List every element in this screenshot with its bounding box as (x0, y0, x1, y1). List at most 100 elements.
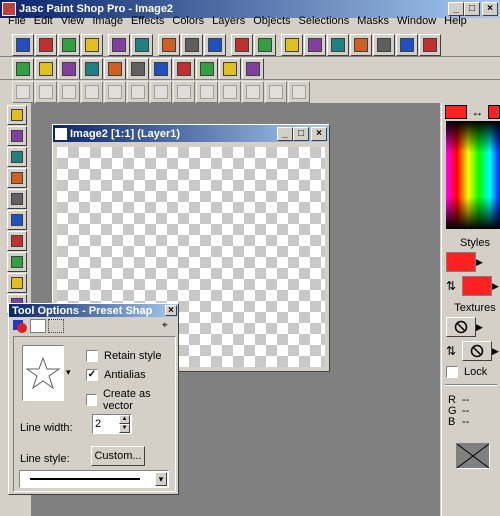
lock-checkbox[interactable] (446, 366, 458, 378)
drop-shadow-button[interactable] (58, 58, 80, 80)
deform-tool-button[interactable] (7, 147, 27, 167)
tool-j-button[interactable] (219, 81, 241, 103)
tab-shapes-icon[interactable] (12, 319, 28, 333)
tool-f-button[interactable] (127, 81, 149, 103)
menu-image[interactable]: Image (88, 15, 127, 27)
retain-style-checkbox[interactable] (86, 350, 98, 362)
tool-options-close-button[interactable]: × (165, 305, 177, 316)
image-close-button[interactable]: × (311, 126, 327, 141)
cut-button[interactable] (158, 34, 180, 56)
tool-d-button[interactable] (81, 81, 103, 103)
custom-button[interactable]: Custom... (91, 446, 145, 466)
mover-tool-button[interactable] (7, 189, 27, 209)
toolbar-toggle-button[interactable] (304, 34, 326, 56)
dropper-tool-button[interactable] (7, 252, 27, 272)
menu-selections[interactable]: Selections (295, 15, 354, 27)
layers-palette-button[interactable] (373, 34, 395, 56)
effect-red-button[interactable] (81, 58, 103, 80)
tool-h-button[interactable] (173, 81, 195, 103)
capture-button[interactable] (419, 34, 441, 56)
effect-lens-button[interactable] (104, 58, 126, 80)
paintbrush-tool-button[interactable] (7, 273, 27, 293)
line-width-input[interactable]: 2 ▲ ▼ (92, 414, 132, 434)
overview-button[interactable] (350, 34, 372, 56)
line-style-dropdown[interactable]: ▾ (19, 470, 169, 488)
menu-view[interactable]: View (57, 15, 89, 27)
shape-dropdown-arrow[interactable]: ▾ (66, 367, 71, 378)
background-style-arrow-icon[interactable]: ▶ (492, 281, 499, 292)
open-button[interactable] (35, 34, 57, 56)
foreground-style-arrow-icon[interactable]: ▶ (476, 257, 483, 268)
effect-tile-button[interactable] (150, 58, 172, 80)
undo-button[interactable] (108, 34, 130, 56)
copy-button[interactable] (181, 34, 203, 56)
foreground-texture-button[interactable] (446, 317, 476, 337)
antialias-checkbox[interactable]: ✓ (86, 369, 98, 381)
color-palette: ↔ Styles ▶ ⇅ ▶ Textures ▶ ⇅ ▶ Lock R -- G -… (441, 103, 500, 516)
line-width-spinner-down[interactable]: ▼ (119, 424, 130, 433)
drop-shadow-icon (62, 62, 76, 76)
tool-l-button[interactable] (265, 81, 287, 103)
tab-settings-icon[interactable] (48, 318, 64, 333)
create-vector-checkbox[interactable] (86, 394, 97, 406)
stop-button[interactable] (254, 34, 276, 56)
menu-masks[interactable]: Masks (353, 15, 393, 27)
effect-spiral-button[interactable] (127, 58, 149, 80)
zoom-button[interactable] (281, 34, 303, 56)
save-button[interactable] (58, 34, 80, 56)
effect-stamp-button[interactable] (173, 58, 195, 80)
frame-button[interactable] (35, 58, 57, 80)
zoom-tool-button[interactable] (7, 126, 27, 146)
print-button[interactable] (81, 34, 103, 56)
menu-file[interactable]: File (4, 15, 30, 27)
new-button[interactable] (12, 34, 34, 56)
tool-b-button[interactable] (35, 81, 57, 103)
swap-textures-icon[interactable]: ⇅ (446, 344, 462, 358)
effect-tree-button[interactable] (196, 58, 218, 80)
crop-tool-button[interactable] (7, 168, 27, 188)
menu-layers[interactable]: Layers (208, 15, 249, 27)
color-spectrum[interactable] (446, 121, 500, 229)
effect-blue-button[interactable] (219, 58, 241, 80)
menu-effects[interactable]: Effects (127, 15, 168, 27)
line-style-dropdown-arrow[interactable]: ▾ (155, 472, 167, 486)
image-maximize-button[interactable]: □ (293, 126, 309, 141)
lighting-button[interactable] (12, 58, 34, 80)
menu-objects[interactable]: Objects (249, 15, 294, 27)
swap-styles-icon[interactable]: ⇅ (446, 279, 462, 293)
image-minimize-button[interactable]: _ (277, 126, 293, 141)
tool-m-button[interactable] (288, 81, 310, 103)
swap-colors-icon[interactable]: ↔ (467, 105, 489, 119)
tool-e-button[interactable] (104, 81, 126, 103)
menu-window[interactable]: Window (393, 15, 440, 27)
tab-options-icon[interactable] (30, 318, 46, 333)
tool-i-button[interactable] (196, 81, 218, 103)
foreground-style-swatch[interactable] (446, 252, 476, 272)
tool-a-button[interactable] (12, 81, 34, 103)
paste-button[interactable] (204, 34, 226, 56)
background-style-swatch[interactable] (462, 276, 492, 296)
browse-button[interactable] (231, 34, 253, 56)
help-button[interactable] (396, 34, 418, 56)
effect-wave-button[interactable] (242, 58, 264, 80)
menu-colors[interactable]: Colors (168, 15, 208, 27)
tool-g-button[interactable] (150, 81, 172, 103)
arrow-icon (11, 109, 23, 121)
foreground-texture-arrow-icon[interactable]: ▶ (476, 322, 483, 333)
freehand-tool-button[interactable] (7, 231, 27, 251)
foreground-color-swatch[interactable] (445, 105, 467, 119)
arrow-tool-button[interactable] (7, 105, 27, 125)
histogram-button[interactable] (327, 34, 349, 56)
tool-k-button[interactable] (242, 81, 264, 103)
background-color-swatch[interactable] (488, 105, 500, 119)
background-texture-arrow-icon[interactable]: ▶ (492, 346, 499, 357)
background-texture-button[interactable] (462, 341, 492, 361)
menu-edit[interactable]: Edit (30, 15, 57, 27)
menu-help[interactable]: Help (440, 15, 471, 27)
redo-button[interactable] (131, 34, 153, 56)
tool-options-pin-icon[interactable]: ⌖ (162, 320, 174, 332)
shape-preview[interactable] (22, 345, 64, 401)
selection-tool-button[interactable] (7, 210, 27, 230)
line-width-spinner-up[interactable]: ▲ (119, 415, 130, 424)
tool-c-button[interactable] (58, 81, 80, 103)
